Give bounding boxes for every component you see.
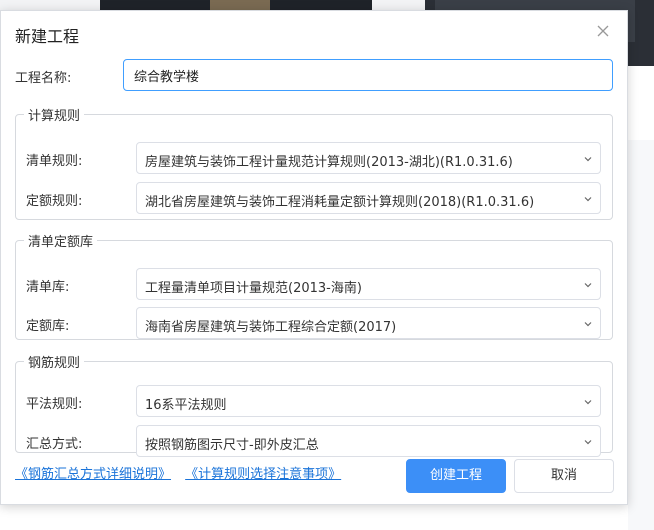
summary-method-row: 汇总方式: 按照钢筋图示尺寸-即外皮汇总: [26, 425, 606, 457]
chevron-down-icon: [584, 322, 592, 327]
project-name-input[interactable]: [123, 59, 613, 91]
summary-method-value: 按照钢筋图示尺寸-即外皮汇总: [145, 438, 319, 453]
chevron-down-icon: [584, 440, 592, 445]
bill-rule-row: 清单规则: 房屋建筑与装饰工程计量规范计算规则(2013-湖北)(R1.0.31…: [26, 142, 606, 174]
quota-lib-value: 海南省房屋建筑与装饰工程综合定额(2017): [145, 320, 397, 335]
chevron-down-icon: [584, 157, 592, 162]
bill-lib-label: 清单库:: [26, 280, 70, 295]
bill-rule-label: 清单规则:: [26, 154, 83, 169]
chevron-down-icon: [584, 400, 592, 405]
flat-rule-value: 16系平法规则: [145, 398, 227, 413]
quota-rule-select[interactable]: 湖北省房屋建筑与装饰工程消耗量定额计算规则(2018)(R1.0.31.6): [136, 182, 601, 214]
dialog-title: 新建工程: [15, 27, 80, 46]
quota-lib-select[interactable]: 海南省房屋建筑与装饰工程综合定额(2017): [136, 307, 601, 339]
summary-method-select[interactable]: 按照钢筋图示尺寸-即外皮汇总: [136, 425, 601, 457]
bill-lib-row: 清单库: 工程量清单项目计量规范(2013-海南): [26, 268, 606, 300]
flat-rule-label: 平法规则:: [26, 397, 83, 412]
bill-rule-select[interactable]: 房屋建筑与装饰工程计量规范计算规则(2013-湖北)(R1.0.31.6): [136, 142, 601, 174]
libraries-group: 清单定额库 清单库: 工程量清单项目计量规范(2013-海南) 定额库: 海南省…: [15, 231, 613, 340]
flat-rule-select[interactable]: 16系平法规则: [136, 385, 601, 417]
flat-rule-row: 平法规则: 16系平法规则: [26, 385, 606, 417]
quota-rule-row: 定额规则: 湖北省房屋建筑与装饰工程消耗量定额计算规则(2018)(R1.0.3…: [26, 182, 606, 214]
quota-rule-value: 湖北省房屋建筑与装饰工程消耗量定额计算规则(2018)(R1.0.31.6): [145, 195, 535, 210]
quota-rule-label: 定额规则:: [26, 194, 83, 209]
libraries-legend: 清单定额库: [28, 235, 94, 250]
calc-rules-notes-link[interactable]: 《计算规则选择注意事项》: [185, 467, 341, 482]
project-name-label: 工程名称:: [15, 71, 72, 86]
calc-rules-group: 计算规则 清单规则: 房屋建筑与装饰工程计量规范计算规则(2013-湖北)(R1…: [15, 105, 613, 220]
bill-lib-value: 工程量清单项目计量规范(2013-海南): [145, 281, 362, 296]
close-icon[interactable]: [593, 21, 613, 41]
cancel-button[interactable]: 取消: [514, 459, 614, 493]
summary-method-label: 汇总方式:: [26, 437, 83, 452]
rebar-summary-help-link[interactable]: 《钢筋汇总方式详细说明》: [15, 467, 171, 482]
background-area: [628, 140, 654, 530]
bill-rule-value: 房屋建筑与装饰工程计量规范计算规则(2013-湖北)(R1.0.31.6): [145, 155, 513, 170]
bill-lib-select[interactable]: 工程量清单项目计量规范(2013-海南): [136, 268, 601, 300]
rebar-rules-group: 钢筋规则 平法规则: 16系平法规则 汇总方式: 按照钢筋图示尺寸-即外皮汇总: [15, 352, 613, 457]
create-project-button[interactable]: 创建工程: [406, 459, 506, 493]
chevron-down-icon: [584, 197, 592, 202]
calc-rules-legend: 计算规则: [28, 109, 81, 124]
project-name-row: 工程名称:: [15, 59, 615, 91]
quota-lib-row: 定额库: 海南省房屋建筑与装饰工程综合定额(2017): [26, 307, 606, 339]
rebar-rules-legend: 钢筋规则: [28, 356, 81, 371]
chevron-down-icon: [584, 283, 592, 288]
quota-lib-label: 定额库:: [26, 319, 70, 334]
footer-links: 《钢筋汇总方式详细说明》 《计算规则选择注意事项》: [15, 463, 351, 482]
new-project-dialog: 新建工程 工程名称: 计算规则 清单规则: 房屋建筑与装饰工程计量规范计算规则(…: [0, 10, 628, 505]
